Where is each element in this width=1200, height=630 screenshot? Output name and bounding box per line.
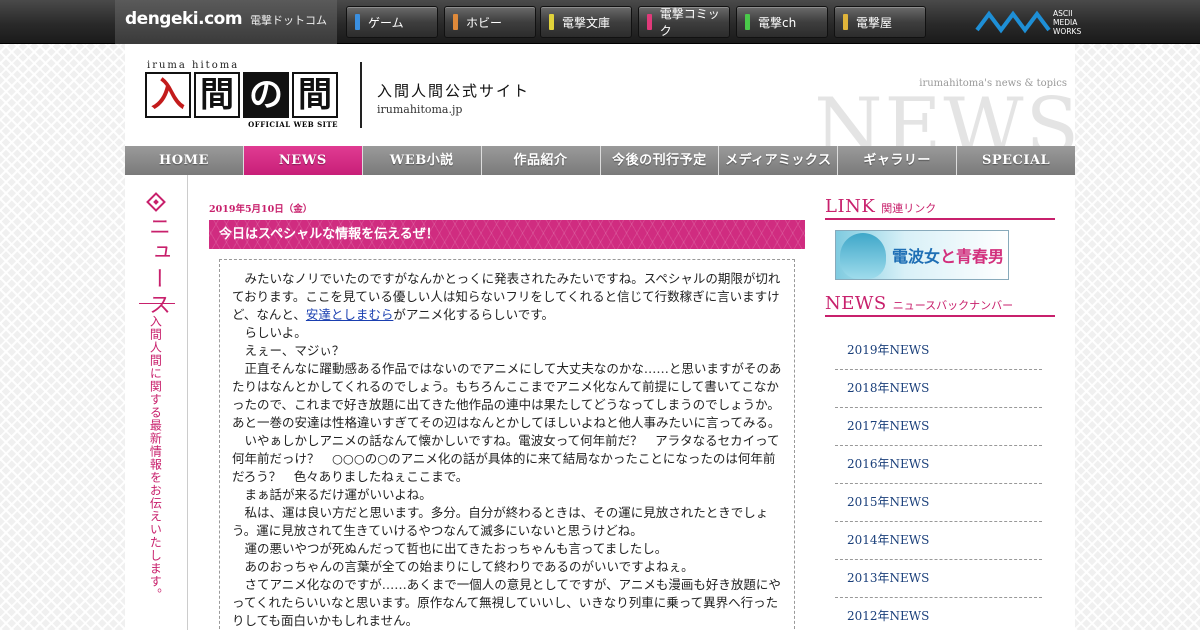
link-heading-en: LINK <box>825 196 876 217</box>
archive-link-2018[interactable]: 2018年NEWS <box>835 370 1042 408</box>
post-paragraph: まぁ話が来るだけ運がいいよね。 <box>244 487 432 502</box>
post-paragraph: あのおっちゃんの言葉が全ての始まりにして終わりであるのがいいですよねぇ。 <box>244 559 694 574</box>
logo-kanji: 入 間 の 間 <box>145 72 338 118</box>
portal-button-label: ホビー <box>466 15 503 30</box>
portal-button-bunko[interactable]: 電撃文庫 <box>540 6 632 38</box>
character-illustration <box>840 233 886 279</box>
banner-title-a: 電波女 <box>892 247 941 266</box>
post-paragraph: 運の悪いやつが死ぬんだって哲也に出てきたおっちゃんも言ってましたし。 <box>244 541 668 556</box>
page-container: iruma hitoma 入 間 の 間 OFFICIAL WEB SITE 入… <box>125 44 1075 630</box>
banner-title: 電波女と青春男 <box>892 243 1004 267</box>
logo-char: 間 <box>194 72 240 118</box>
nav-upcoming[interactable]: 今後の刊行予定 <box>600 146 720 175</box>
portal-button-label: ゲーム <box>368 15 404 30</box>
logo-char: 入 <box>145 72 191 118</box>
site-title: 入間人間公式サイト <box>377 82 531 100</box>
publisher-logo[interactable]: ASCII MEDIA WORKS <box>975 6 1115 38</box>
portal-button-label: 電撃ch <box>758 15 797 30</box>
archive-link-2015[interactable]: 2015年NEWS <box>835 484 1042 522</box>
portal-button-label: 電撃文庫 <box>562 15 611 30</box>
post-paragraph: みたいなノリでいたのですがなんかとっくに発表されたみたいですね。スペシャルの期限… <box>232 270 782 324</box>
nav-media-mix[interactable]: メディアミックス <box>719 146 839 175</box>
publisher-line-3: WORKS <box>1053 27 1082 36</box>
link-heading-jp: 関連リンク <box>881 202 937 215</box>
color-bar-icon <box>647 14 652 30</box>
main-nav: HOME NEWS WEB小説 作品紹介 今後の刊行予定 メディアミックス ギャ… <box>125 146 1075 175</box>
news-heading-en: NEWS <box>825 293 887 314</box>
portal-button-game[interactable]: ゲーム <box>346 6 438 38</box>
publisher-line-1: ASCII <box>1053 9 1073 18</box>
color-bar-icon <box>355 14 360 30</box>
color-bar-icon <box>453 14 458 30</box>
diamond-icon <box>146 192 166 212</box>
news-archive-heading: NEWS ニュースバックナンバー <box>825 293 1055 317</box>
site-header: iruma hitoma 入 間 の 間 OFFICIAL WEB SITE 入… <box>125 44 1075 146</box>
archive-link-2017[interactable]: 2017年NEWS <box>835 408 1042 446</box>
logo-official: OFFICIAL WEB SITE <box>248 120 338 129</box>
header-divider <box>360 62 362 128</box>
archive-link-2012[interactable]: 2012年NEWS <box>835 598 1042 630</box>
news-archive-list: 2019年NEWS 2018年NEWS 2017年NEWS 2016年NEWS … <box>835 332 1042 630</box>
post-paragraph: 私は、運は良い方だと思います。多分。自分が終わるときは、その運に見放されたときで… <box>232 505 769 538</box>
portal-button-hobby[interactable]: ホビー <box>444 6 536 38</box>
portal-group-1: ゲーム ホビー <box>346 4 536 40</box>
post-title: 今日はスペシャルな情報を伝えるぜ！ <box>209 220 805 249</box>
header-watermark: NEWS <box>814 82 1075 146</box>
link-heading: LINK 関連リンク <box>825 196 1055 220</box>
color-bar-icon <box>549 14 554 30</box>
post-body: みたいなノリでいたのですがなんかとっくに発表されたみたいですね。スペシャルの期限… <box>219 259 795 630</box>
archive-link-2019[interactable]: 2019年NEWS <box>835 332 1042 370</box>
section-description: 入間人間に関する最新情報をお伝えいたします。 <box>148 315 163 601</box>
archive-link-2013[interactable]: 2013年NEWS <box>835 560 1042 598</box>
post-paragraph: 正直そんなに躍動感ある作品ではないのでアニメにして大丈夫なのかな……と思いますが… <box>232 361 782 430</box>
post-paragraph: らしいよ。 <box>244 325 307 340</box>
logo-romaji: iruma hitoma <box>147 60 240 71</box>
dengeki-logo[interactable]: dengeki.com 電撃ドットコム <box>115 0 337 44</box>
logo-char: 間 <box>292 72 338 118</box>
logo-char: の <box>243 72 289 118</box>
dengeki-brand-sub: 電撃ドットコム <box>250 14 328 27</box>
adachi-link[interactable]: 安達としまむら <box>306 307 394 322</box>
paragraph-text: がアニメ化するらしいです。 <box>393 307 555 322</box>
dengeki-brand: dengeki.com <box>125 9 243 29</box>
color-bar-icon <box>745 14 750 30</box>
publisher-line-2: MEDIA <box>1053 18 1078 27</box>
news-article: 2019年5月10日（金） 今日はスペシャルな情報を伝えるぜ！ みたいなノリでい… <box>209 201 805 630</box>
post-date: 2019年5月10日（金） <box>209 204 313 215</box>
portal-button-ch[interactable]: 電撃ch <box>736 6 828 38</box>
publisher-name: ASCII MEDIA WORKS <box>1053 9 1081 36</box>
site-title-block: 入間人間公式サイト irumahitoma.jp <box>377 80 530 116</box>
denpa-onna-banner[interactable]: 電波女と青春男 <box>835 230 1009 280</box>
section-sidebar: ニュース 入間人間に関する最新情報をお伝えいたします。 <box>125 175 188 630</box>
portal-group-3: 電撃ch 電撃屋 <box>736 4 926 40</box>
post-paragraph: えぇー、マジぃ？ <box>244 343 345 358</box>
color-bar-icon <box>843 14 848 30</box>
nav-home[interactable]: HOME <box>125 146 244 175</box>
portal-bar: dengeki.com 電撃ドットコム ゲーム ホビー 電撃文庫 電撃コミック 電… <box>0 0 1200 44</box>
right-sidebar: LINK 関連リンク 電波女と青春男 NEWS ニュースバックナンバー 2019… <box>825 196 1055 630</box>
archive-link-2014[interactable]: 2014年NEWS <box>835 522 1042 560</box>
wave-logo-icon <box>975 10 1051 34</box>
news-heading-jp: ニュースバックナンバー <box>892 299 1014 312</box>
portal-group-2: 電撃文庫 電撃コミック <box>540 4 730 40</box>
site-logo[interactable]: iruma hitoma 入 間 の 間 OFFICIAL WEB SITE <box>145 60 338 129</box>
post-paragraph: いやぁしかしアニメの話なんて懐かしいですね。電波女って何年前だ？ アラタなるセカ… <box>232 433 780 484</box>
nav-special[interactable]: SPECIAL <box>957 146 1075 175</box>
portal-button-label: 電撃コミック <box>659 7 720 38</box>
nav-news[interactable]: NEWS <box>243 146 363 175</box>
site-url: irumahitoma.jp <box>377 103 463 116</box>
section-divider <box>139 303 175 304</box>
post-paragraph: さてアニメ化なのですが……あくまで一個人の意見としてですが、アニメも漫画も好き放… <box>232 577 781 628</box>
nav-web-novel[interactable]: WEB小説 <box>362 146 482 175</box>
portal-button-comic[interactable]: 電撃コミック <box>638 6 730 38</box>
nav-gallery[interactable]: ギャラリー <box>838 146 958 175</box>
portal-button-label: 電撃屋 <box>856 15 893 30</box>
archive-link-2016[interactable]: 2016年NEWS <box>835 446 1042 484</box>
portal-button-shop[interactable]: 電撃屋 <box>834 6 926 38</box>
nav-works[interactable]: 作品紹介 <box>481 146 601 175</box>
banner-title-b: と青春男 <box>940 247 1005 266</box>
